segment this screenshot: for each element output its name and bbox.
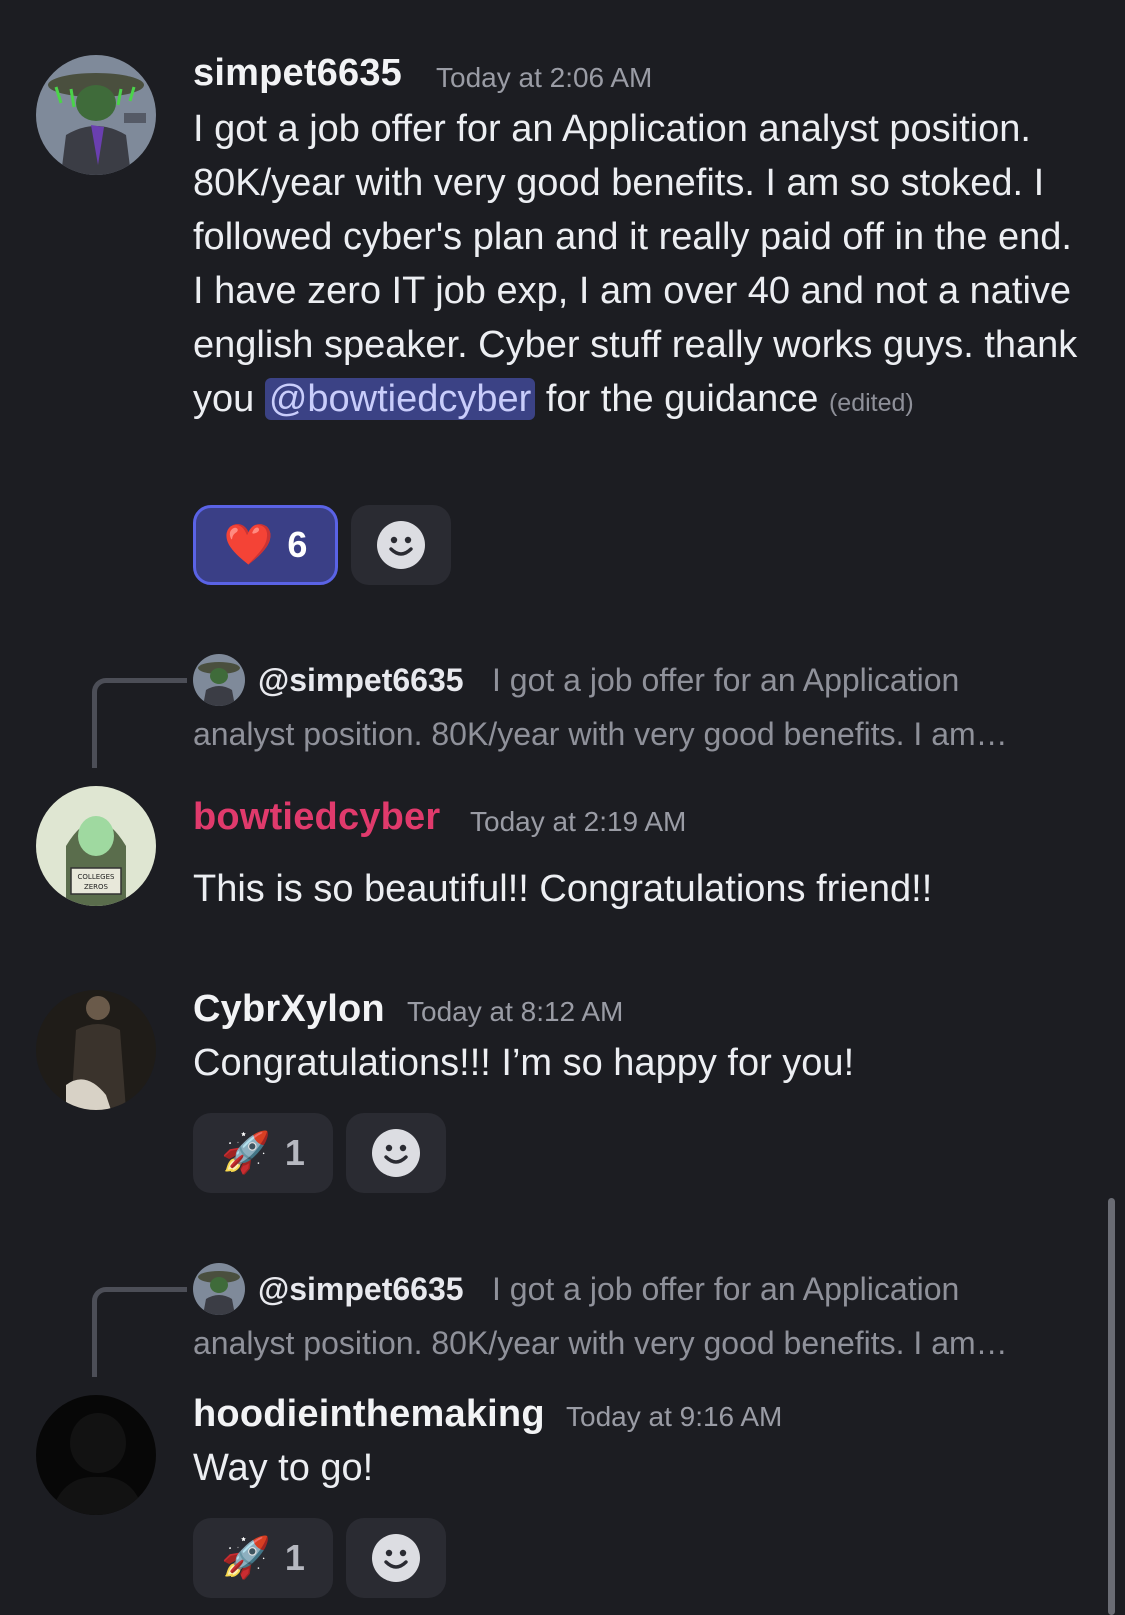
message-text: Congratulations!!! I’m so happy for you! [193, 1042, 855, 1084]
message-text: I got a job offer for an Application ana… [193, 108, 1078, 420]
reaction-rocket[interactable]: 🚀 1 [193, 1518, 333, 1598]
username[interactable]: hoodieinthemaking [193, 1393, 545, 1436]
timestamp: Today at 9:16 AM [566, 1401, 783, 1432]
timestamp: Today at 8:12 AM [407, 996, 624, 1027]
add-reaction-button[interactable] [351, 505, 451, 585]
reply-avatar-image [193, 1263, 245, 1315]
reply-username[interactable]: @simpet6635 [258, 1271, 464, 1308]
reaction-rocket[interactable]: 🚀 1 [193, 1113, 333, 1193]
edited-label: (edited) [828, 389, 914, 417]
timestamp: Today at 2:06 AM [436, 62, 653, 93]
reply-avatar [193, 1263, 245, 1315]
mention-bowtiedcyber[interactable]: @bowtiedcyber [264, 378, 536, 420]
message-text-tail: for the guidance [535, 378, 819, 420]
reaction-count: 1 [284, 1537, 305, 1578]
avatar-cybrxylon[interactable] [36, 990, 156, 1110]
username[interactable]: bowtiedcyber [193, 796, 440, 839]
reply-connector [92, 678, 187, 768]
reaction-heart[interactable]: ❤️ 6 [193, 505, 338, 585]
reply-username[interactable]: @simpet6635 [258, 662, 464, 699]
timestamp: Today at 2:19 AM [470, 806, 687, 837]
smiley-icon [372, 1129, 420, 1177]
reaction-count: 6 [287, 524, 308, 565]
avatar-image [36, 1395, 156, 1515]
message-text: Way to go! [193, 1447, 374, 1489]
reply-preview-line2[interactable]: analyst position. 80K/year with very goo… [193, 716, 1083, 753]
heart-icon: ❤️ [223, 523, 274, 567]
avatar-image [36, 990, 156, 1110]
reply-preview-line2[interactable]: analyst position. 80K/year with very goo… [193, 1325, 1083, 1362]
reply-preview-line1[interactable]: I got a job offer for an Application [492, 662, 959, 699]
reply-preview-line1[interactable]: I got a job offer for an Application [492, 1271, 959, 1308]
message-body: I got a job offer for an Application ana… [193, 102, 1093, 430]
svg-text:ZEROS: ZEROS [84, 883, 109, 891]
reply-avatar-image [193, 654, 245, 706]
svg-text:COLLEGES: COLLEGES [78, 873, 115, 881]
avatar-simpet6635[interactable] [36, 55, 156, 175]
reply-connector [92, 1287, 187, 1377]
add-reaction-button[interactable] [346, 1518, 446, 1598]
rocket-icon: 🚀 [221, 1131, 271, 1175]
reaction-count: 1 [284, 1132, 305, 1173]
scrollbar[interactable] [1108, 1198, 1115, 1615]
rocket-icon: 🚀 [221, 1536, 271, 1580]
smiley-icon [377, 521, 425, 569]
username[interactable]: CybrXylon [193, 988, 385, 1031]
smiley-icon [372, 1534, 420, 1582]
avatar-hoodieinthemaking[interactable] [36, 1395, 156, 1515]
avatar-bowtiedcyber[interactable]: COLLEGES ZEROS [36, 786, 156, 906]
add-reaction-button[interactable] [346, 1113, 446, 1193]
message-text: This is so beautiful!! Congratulations f… [193, 868, 933, 910]
username[interactable]: simpet6635 [193, 52, 402, 95]
avatar-image: COLLEGES ZEROS [36, 786, 156, 906]
avatar-image [36, 55, 156, 175]
reply-avatar [193, 654, 245, 706]
